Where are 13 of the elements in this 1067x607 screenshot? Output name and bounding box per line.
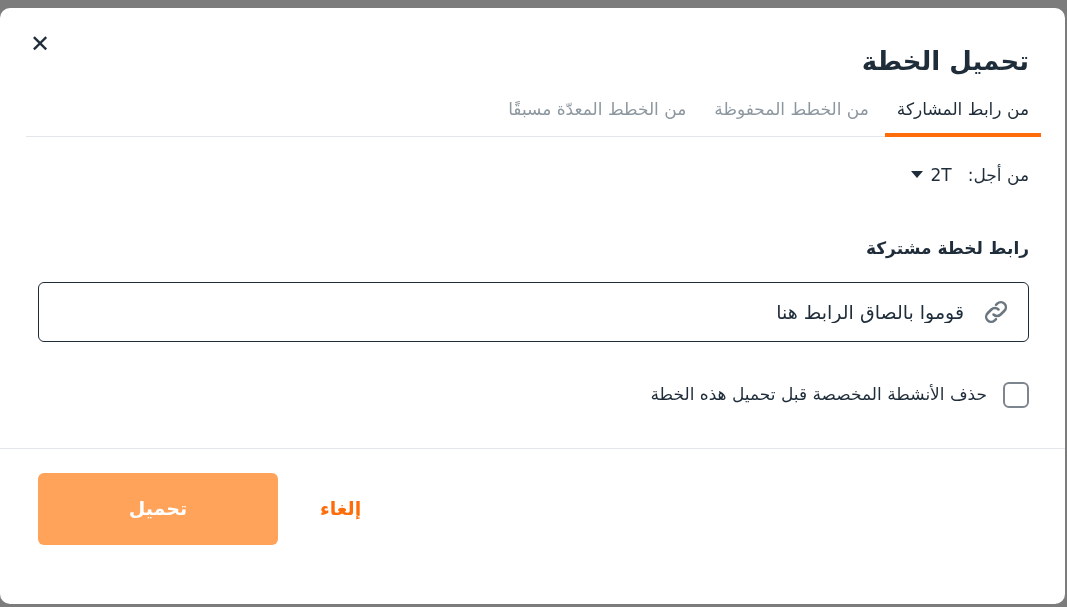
checkbox-label: حذف الأنشطة المخصصة قبل تحميل هذه الخطة: [650, 382, 987, 406]
tab[interactable]: من الخطط المحفوظة: [702, 93, 881, 137]
dialog-title: تحميل الخطة: [861, 46, 1029, 78]
link-input-field[interactable]: قوموا بالصاق الرابط هنا: [38, 281, 1029, 342]
checkbox[interactable]: [1003, 381, 1029, 408]
caret-icon: [910, 171, 923, 180]
close-button[interactable]: ✕: [24, 32, 57, 56]
tab[interactable]: من الخطط المعدّة مسبقًا: [496, 93, 699, 137]
tab[interactable]: من رابط المشاركة: [884, 93, 1041, 137]
for-dropdown[interactable]: 2T: [910, 162, 952, 189]
cancel-button[interactable]: إلغاء: [314, 493, 368, 524]
field-label: رابط لخطة مشتركة: [864, 237, 1029, 261]
for-label: من أجل:: [967, 163, 1029, 187]
